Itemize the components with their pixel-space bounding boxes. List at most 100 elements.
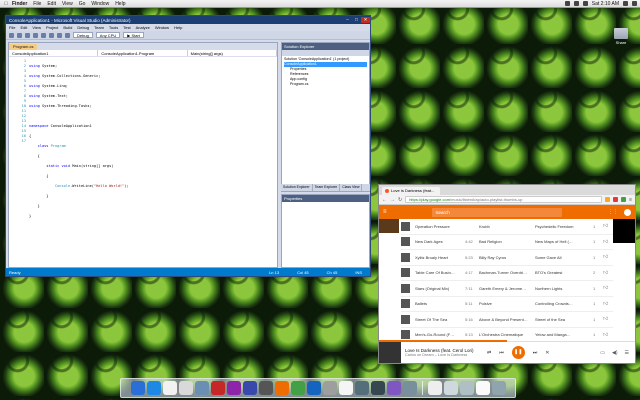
dock-app-icon[interactable] <box>210 381 225 395</box>
dock-app-icon[interactable] <box>194 381 209 395</box>
battery-icon[interactable] <box>582 1 588 6</box>
song-row[interactable]: Xylitz Broaly Heart 5:23 Billy Ray Cyrus So… <box>401 250 613 266</box>
dock-app-icon[interactable] <box>130 381 145 395</box>
chrome-menu-icon[interactable]: ≡ <box>629 197 632 203</box>
configuration-dropdown[interactable]: Debug <box>73 32 93 38</box>
type-dropdown[interactable]: ConsoleApplication1.Program <box>98 50 188 56</box>
dock-app-icon[interactable] <box>226 381 241 395</box>
shuffle-icon[interactable]: ✕ <box>545 350 549 356</box>
volume-icon[interactable] <box>573 1 579 6</box>
start-button[interactable]: ▶ Start <box>123 32 144 38</box>
vs-menu-edit[interactable]: Edit <box>20 25 27 30</box>
dock-app-icon[interactable] <box>459 381 474 395</box>
maximize-icon[interactable]: □ <box>352 17 361 23</box>
code-area[interactable]: 1 2 3 4 5 6 7 8 9 10 11 12 13 14 15 16 1… <box>9 57 277 229</box>
vs-menu-project[interactable]: Project <box>46 25 58 30</box>
album-art[interactable] <box>401 299 410 309</box>
dock-app-icon[interactable] <box>443 381 458 395</box>
forward-icon[interactable] <box>17 32 22 38</box>
vs-menu-view[interactable]: View <box>32 25 41 30</box>
now-playing-cover[interactable] <box>379 342 401 363</box>
next-icon[interactable]: ⏭ <box>533 350 538 356</box>
member-dropdown[interactable]: Main(string[] args) <box>188 50 277 56</box>
hamburger-menu-icon[interactable]: ≡ <box>383 209 387 215</box>
menu-clock[interactable]: Sat 2:10 AM <box>592 1 619 7</box>
dock-app-icon[interactable] <box>338 381 353 395</box>
project-dropdown[interactable]: ConsoleApplication1 <box>9 50 99 56</box>
platform-dropdown[interactable]: Any CPU <box>95 32 121 38</box>
album-art[interactable] <box>401 314 410 324</box>
song-row[interactable]: Table Care Of Busin… 4:17 Bachman-Turner O… <box>401 266 613 281</box>
pause-button[interactable]: ❚❚ <box>511 346 525 359</box>
extension-icon[interactable] <box>621 197 627 202</box>
vs-menu-team[interactable]: Team <box>94 25 104 30</box>
previous-icon[interactable]: ⏮ <box>499 350 504 356</box>
tree-item-program-cs[interactable]: Program.cs <box>284 82 367 87</box>
song-row[interactable]: Stars (Original Mix) 7:11 Gareth Emery & J… <box>401 281 613 297</box>
dock-app-icon[interactable] <box>258 381 273 395</box>
reload-icon[interactable]: ↻ <box>398 197 402 203</box>
thumbs-up-icon[interactable]: 👍︎ <box>603 332 608 338</box>
queue-icon[interactable]: ☰ <box>625 350 629 356</box>
user-avatar[interactable] <box>624 208 631 216</box>
dock-app-icon[interactable] <box>306 381 321 395</box>
desktop-folder[interactable]: Share <box>612 28 630 45</box>
dock-app-icon[interactable] <box>386 381 401 395</box>
thumbs-up-icon[interactable]: 👍︎ <box>603 239 608 245</box>
menu-edit[interactable]: Edit <box>47 1 56 7</box>
song-row[interactable]: Ballets 5:11 Pulsive Controlling Crowds… 1 👍︎ <box>401 297 613 312</box>
save-icon[interactable] <box>41 32 46 38</box>
apple-menu-icon[interactable]:  <box>3 1 9 7</box>
thumbs-up-icon[interactable]: 👍︎ <box>603 270 608 276</box>
chrome-tab[interactable]: Love Is Darkness (feat... <box>382 187 440 195</box>
wifi-icon[interactable] <box>564 1 570 6</box>
vs-menu-tools[interactable]: Tools <box>109 25 118 30</box>
properties-header[interactable]: Properties <box>282 195 369 202</box>
vs-menu-debug[interactable]: Debug <box>77 25 89 30</box>
dock-app-icon[interactable] <box>274 381 289 395</box>
album-art[interactable] <box>401 237 410 247</box>
vs-menu-file[interactable]: File <box>9 25 15 30</box>
menu-finder[interactable]: Finder <box>12 1 27 7</box>
tab-team-explorer[interactable]: Team Explorer <box>313 184 341 191</box>
back-arrow-icon[interactable]: ← <box>382 197 387 203</box>
thumbs-up-icon[interactable]: 👍︎ <box>603 301 608 307</box>
music-search-input[interactable]: Search <box>431 207 562 217</box>
album-art[interactable] <box>401 221 410 231</box>
repeat-icon[interactable]: ⇄ <box>487 350 491 356</box>
tab-solution-explorer[interactable]: Solution Explorer <box>281 184 313 191</box>
thumbs-up-icon[interactable]: 👍︎ <box>603 316 608 322</box>
solution-explorer-header[interactable]: Solution Explorer <box>282 43 369 50</box>
vs-menu-help[interactable]: Help <box>174 25 182 30</box>
song-row[interactable]: Street Of The Sea 5:16 Above & Beyond Pres… <box>401 312 613 328</box>
spotlight-icon[interactable] <box>623 1 628 6</box>
open-file-icon[interactable] <box>33 32 38 38</box>
code-lines[interactable]: using System; using System.Collections.G… <box>29 59 129 229</box>
redo-icon[interactable] <box>65 32 70 38</box>
album-art[interactable] <box>401 283 410 293</box>
menu-help[interactable]: Help <box>115 1 125 7</box>
cast-icon[interactable]: ▭ <box>600 350 605 356</box>
dock-app-icon[interactable] <box>162 381 177 395</box>
volume-icon[interactable]: ◀) <box>612 350 618 356</box>
dock-app-icon[interactable] <box>242 381 257 395</box>
now-playing-artist[interactable]: Carlos on Dream – Love Is Darkness <box>405 353 483 357</box>
new-file-icon[interactable] <box>25 32 30 38</box>
dock-app-icon[interactable] <box>178 381 193 395</box>
dock-app-icon[interactable] <box>370 381 385 395</box>
thumbs-up-icon[interactable]: 👍︎ <box>603 254 608 260</box>
dock-app-icon[interactable] <box>491 381 506 395</box>
back-icon[interactable] <box>9 32 14 38</box>
apps-grid-icon[interactable]: ⋮⋮ <box>608 209 618 216</box>
tab-class-view[interactable]: Class View <box>340 184 363 191</box>
song-row[interactable]: Operation Pressure Krubb Psychedelic Freed… <box>401 219 613 235</box>
menu-view[interactable]: View <box>62 1 73 7</box>
close-icon[interactable]: ✕ <box>361 17 370 23</box>
extension-icon[interactable] <box>613 197 619 202</box>
dock-app-icon[interactable] <box>402 381 417 395</box>
vs-menu-build[interactable]: Build <box>63 25 72 30</box>
forward-arrow-icon[interactable]: → <box>390 197 395 203</box>
undo-icon[interactable] <box>57 32 62 38</box>
code-editor[interactable]: Program.cs ConsoleApplication1 ConsoleAp… <box>8 42 278 268</box>
thumbs-up-icon[interactable]: 👍︎ <box>603 223 608 229</box>
